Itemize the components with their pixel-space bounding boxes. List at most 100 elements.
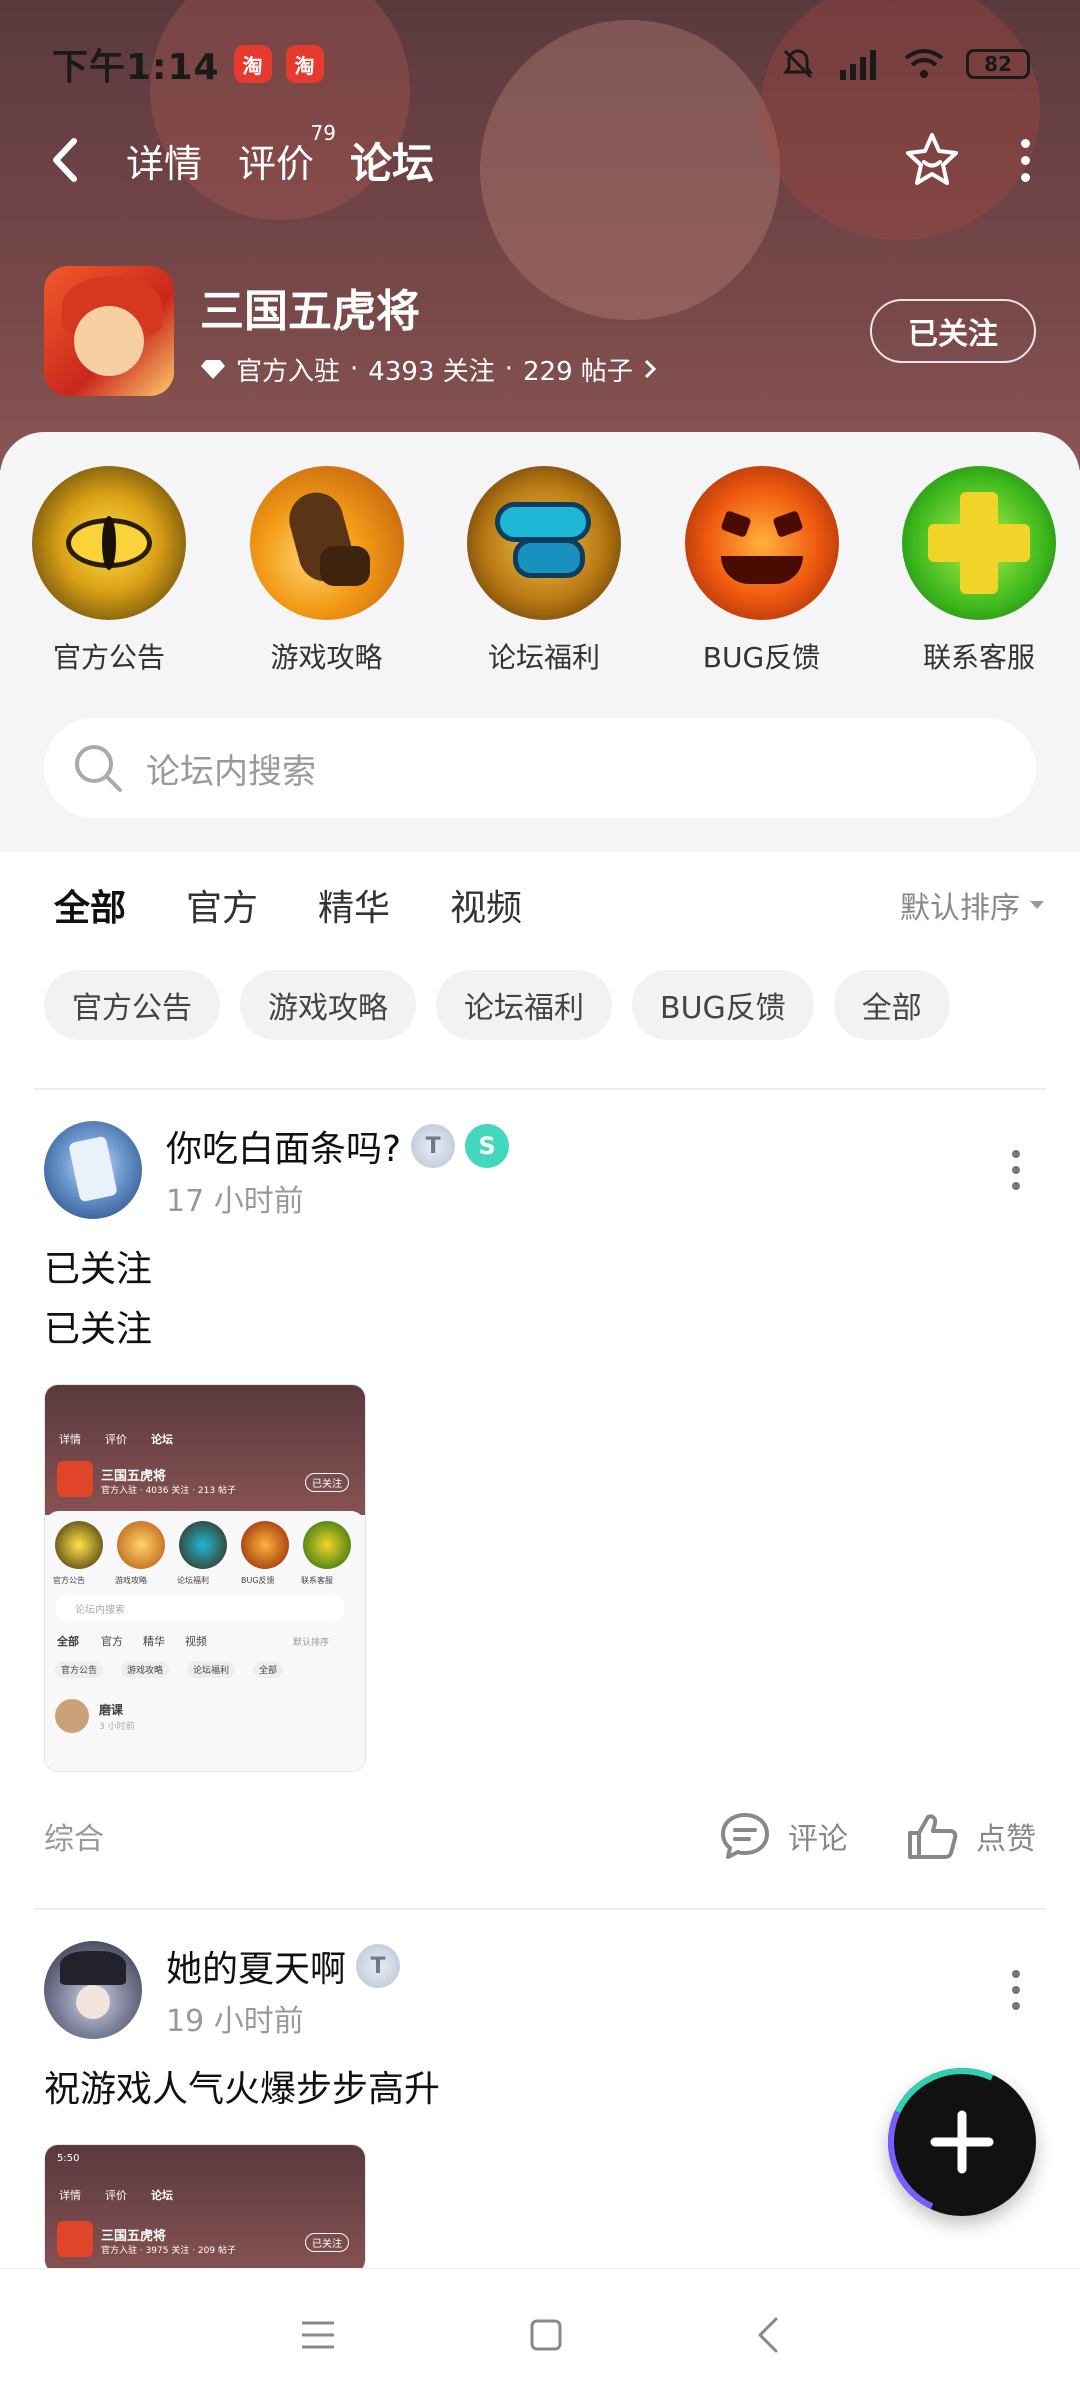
tab-reviews-label: 评价 xyxy=(238,141,315,186)
post-card[interactable]: 她的夏天啊 T 19 小时前 祝游戏人气火爆步步高升 5:50 详情 评价 论坛… xyxy=(44,1940,1036,2274)
menu-icon[interactable] xyxy=(298,2318,338,2352)
title-badge-icon: T xyxy=(411,1124,456,1168)
category-forum-welfare[interactable]: 论坛福利 xyxy=(467,466,621,676)
forum-header: 下午1:14 淘 淘 82 详情 评价 79 论坛 三国五虎将 官方入驻 · 4… xyxy=(0,0,1080,470)
filter-tab-official[interactable]: 官方 xyxy=(186,879,258,931)
thumb-follow: 已关注 xyxy=(305,1473,349,1492)
thumb-tab: 详情 xyxy=(59,2189,81,2202)
sort-label: 默认排序 xyxy=(900,891,1020,926)
tab-reviews[interactable]: 评价 79 xyxy=(238,121,336,188)
post-username[interactable]: 她的夏天啊 T xyxy=(166,1940,401,1992)
thumb-header: 5:50 详情 评价 论坛 三国五虎将 官方入驻 · 3975 关注 · 209… xyxy=(45,2145,365,2273)
game-meta[interactable]: 官方入驻 · 4393 关注 · 229 帖子 xyxy=(200,351,657,388)
thumb-search: 论坛内搜索 xyxy=(75,1605,125,1616)
meta-separator: · xyxy=(350,354,359,384)
thumb-meta: 官方入驻 · 4036 关注 · 213 帖子 xyxy=(101,1486,236,1496)
thumb-body: 官方公告 游戏攻略 论坛福利 BUG反馈 联系客服 论坛内搜索 全部 官方 精华… xyxy=(45,1511,365,1771)
forum-search-input[interactable]: 论坛内搜索 xyxy=(44,718,1036,818)
thumb-sort: 默认排序 xyxy=(293,1638,330,1648)
chip-all[interactable]: 全部 xyxy=(833,970,950,1040)
thumb-tab: 评价 xyxy=(105,2189,127,2202)
thumb-category: 游戏攻略 xyxy=(115,1576,147,1585)
filter-tab-featured[interactable]: 精华 xyxy=(318,879,390,931)
game-icon[interactable] xyxy=(44,266,174,396)
post-card[interactable]: 你吃白面条吗? T S 17 小时前 已关注 已关注 详情 评价 论坛 三国五虎… xyxy=(44,1120,1036,1866)
thumb-category: 联系客服 xyxy=(301,1576,333,1585)
post-image[interactable]: 详情 评价 论坛 三国五虎将 官方入驻 · 4036 关注 · 213 帖子 已… xyxy=(44,1384,366,1772)
chip-game-guide[interactable]: 游戏攻略 xyxy=(240,970,416,1040)
filter-tab-video[interactable]: 视频 xyxy=(450,879,522,931)
sort-dropdown[interactable]: 默认排序 xyxy=(900,883,1046,927)
post-username[interactable]: 你吃白面条吗? T S xyxy=(166,1120,510,1172)
status-bar: 下午1:14 淘 淘 82 xyxy=(52,36,1030,92)
pumpkin-icon xyxy=(684,466,839,620)
category-customer-service[interactable]: 联系客服 xyxy=(902,466,1056,676)
thumb-clock: 5:50 xyxy=(57,2153,80,2164)
taobao-notification-icon: 淘 xyxy=(285,45,324,83)
post-content[interactable]: 祝游戏人气火爆步步高升 xyxy=(44,2060,1036,2120)
divider xyxy=(34,1088,1046,1090)
wifi-icon xyxy=(904,49,944,78)
post-line: 已关注 xyxy=(44,1309,153,1350)
category-label: 游戏攻略 xyxy=(270,641,383,674)
create-post-button[interactable] xyxy=(888,2068,1036,2216)
post-image[interactable]: 5:50 详情 评价 论坛 三国五虎将 官方入驻 · 3975 关注 · 209… xyxy=(44,2144,366,2274)
mute-icon xyxy=(783,49,813,79)
filter-tab-all[interactable]: 全部 xyxy=(54,879,127,935)
category-label: 官方公告 xyxy=(52,641,165,674)
plus-cross-icon xyxy=(902,466,1056,620)
more-menu-button[interactable] xyxy=(1021,138,1030,182)
thumb-filter: 精华 xyxy=(143,1635,165,1648)
post-line: 已关注 xyxy=(44,1249,153,1290)
thumb-filter: 官方 xyxy=(101,1635,123,1648)
thumb-filter: 全部 xyxy=(57,1635,79,1648)
category-label: BUG反馈 xyxy=(702,641,821,674)
home-icon[interactable] xyxy=(528,2317,564,2353)
search-placeholder: 论坛内搜索 xyxy=(146,751,316,792)
category-bug-report[interactable]: BUG反馈 xyxy=(684,466,839,676)
post-content[interactable]: 已关注 已关注 xyxy=(44,1240,1036,1360)
chip-forum-welfare[interactable]: 论坛福利 xyxy=(436,970,612,1040)
tab-details[interactable]: 详情 xyxy=(126,133,202,188)
game-title: 三国五虎将 xyxy=(200,285,420,337)
avatar[interactable] xyxy=(44,1121,142,1219)
comment-icon xyxy=(721,1813,769,1859)
thumb-user: 磨课 xyxy=(99,1703,124,1717)
tab-forum[interactable]: 论坛 xyxy=(350,130,435,193)
avatar[interactable] xyxy=(44,1941,142,2039)
category-label: 联系客服 xyxy=(922,641,1035,674)
post-more-button[interactable] xyxy=(996,1150,1036,1190)
thumb-meta: 官方入驻 · 3975 关注 · 209 帖子 xyxy=(101,2246,236,2256)
thumb-category: 论坛福利 xyxy=(177,1576,209,1585)
category-label: 论坛福利 xyxy=(487,641,600,674)
chevron-left-icon xyxy=(53,138,77,182)
search-icon xyxy=(75,745,122,792)
chip-official-announcement[interactable]: 官方公告 xyxy=(44,970,220,1040)
category-game-guide[interactable]: 游戏攻略 xyxy=(249,466,404,676)
post-more-button[interactable] xyxy=(996,1970,1036,2010)
taobao-notification-icon: 淘 xyxy=(233,45,272,83)
chip-bug-report[interactable]: BUG反馈 xyxy=(632,970,814,1040)
like-button[interactable]: 点赞 xyxy=(906,1811,1036,1861)
battery-icon: 82 xyxy=(966,49,1030,79)
caret-down-icon xyxy=(1030,901,1044,909)
top-nav: 详情 评价 79 论坛 xyxy=(50,120,1030,200)
thumb-category: 官方公告 xyxy=(53,1576,85,1585)
post-category[interactable]: 综合 xyxy=(44,1814,104,1858)
category-chips: 官方公告 游戏攻略 论坛福利 BUG反馈 全部 xyxy=(44,970,950,1040)
game-info: 三国五虎将 官方入驻 · 4393 关注 · 229 帖子 已关注 xyxy=(44,266,1036,396)
thumbs-up-icon xyxy=(908,1814,958,1859)
category-official-announcement[interactable]: 官方公告 xyxy=(32,466,186,676)
post-time: 19 小时前 xyxy=(166,2004,304,2039)
comment-button[interactable]: 评论 xyxy=(718,1811,848,1861)
favorite-star-icon[interactable] xyxy=(903,131,961,189)
meta-separator: · xyxy=(504,354,513,384)
level-badge-icon: S xyxy=(465,1124,510,1168)
back-nav-icon[interactable] xyxy=(754,2315,782,2355)
status-time: 下午1:14 xyxy=(52,47,220,88)
thumb-chip: 论坛福利 xyxy=(187,1661,236,1678)
follow-button[interactable]: 已关注 xyxy=(870,299,1036,363)
gift-icon xyxy=(467,466,621,620)
title-badge-icon: T xyxy=(356,1944,401,1988)
back-button[interactable] xyxy=(50,130,90,190)
